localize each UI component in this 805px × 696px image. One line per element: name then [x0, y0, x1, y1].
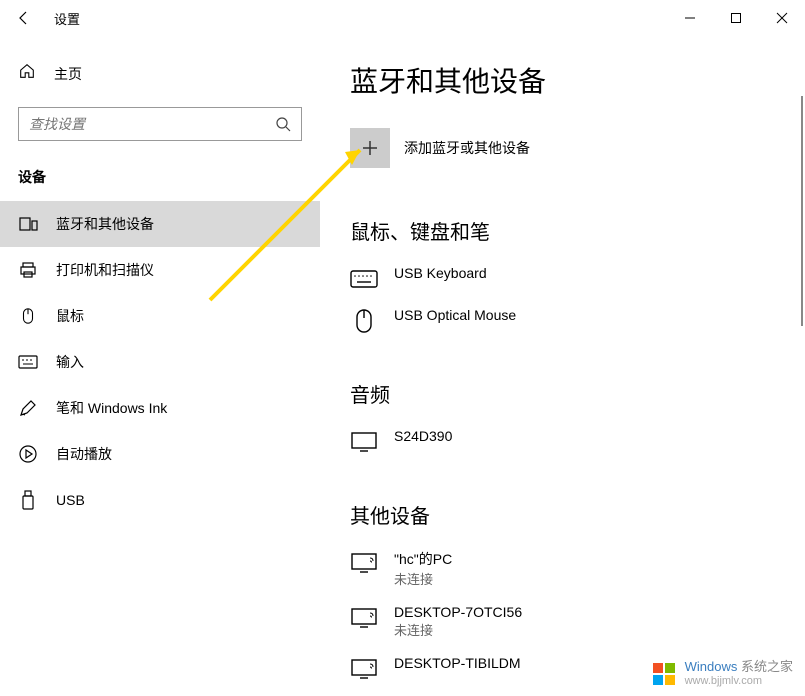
watermark-text: 系统之家 [741, 659, 793, 674]
sidebar-item-label: USB [56, 492, 85, 508]
pen-icon [18, 398, 38, 418]
bluetooth-devices-icon [18, 214, 38, 234]
device-item[interactable]: S24D390 [350, 420, 775, 462]
keyboard-icon [18, 352, 38, 372]
sidebar-item-label: 鼠标 [56, 306, 84, 326]
device-name: "hc"的PC [394, 549, 452, 569]
sidebar-item-label: 自动播放 [56, 444, 112, 464]
page-title: 蓝牙和其他设备 [350, 60, 775, 100]
section-title: 音频 [350, 379, 775, 408]
sidebar-item-label: 蓝牙和其他设备 [56, 214, 154, 234]
sidebar-item-label: 打印机和扫描仪 [56, 260, 154, 280]
device-status: 未连接 [394, 620, 522, 639]
device-item[interactable]: "hc"的PC 未连接 [350, 541, 775, 596]
back-button[interactable] [12, 6, 36, 30]
sidebar-item-usb[interactable]: USB [0, 477, 320, 523]
home-nav[interactable]: 主页 [0, 54, 320, 93]
printer-icon [18, 260, 38, 280]
minimize-button[interactable] [667, 2, 713, 34]
home-label: 主页 [54, 64, 82, 84]
add-device-label: 添加蓝牙或其他设备 [404, 138, 530, 158]
section-audio: 音频 S24D390 [350, 379, 775, 462]
sidebar: 主页 设备 蓝牙和其他设备 打印机和扫描仪 鼠标 [0, 36, 320, 696]
pc-icon [350, 551, 378, 575]
section-title: 鼠标、键盘和笔 [350, 216, 775, 245]
usb-icon [18, 490, 38, 510]
sidebar-item-mouse[interactable]: 鼠标 [0, 293, 320, 339]
pc-icon [350, 606, 378, 630]
watermark-text: Windows [685, 659, 738, 674]
plus-icon [350, 128, 390, 168]
device-status: 未连接 [394, 569, 452, 588]
sidebar-item-typing[interactable]: 输入 [0, 339, 320, 385]
pc-icon [350, 657, 378, 681]
add-device-button[interactable]: 添加蓝牙或其他设备 [350, 128, 775, 168]
scrollbar[interactable] [801, 96, 803, 326]
section-mouse-keyboard: 鼠标、键盘和笔 USB Keyboard USB Optical Mouse [350, 216, 775, 341]
mouse-icon [350, 309, 378, 333]
search-icon [275, 116, 291, 132]
mouse-icon [18, 306, 38, 326]
device-name: DESKTOP-7OTCI56 [394, 604, 522, 620]
window-title: 设置 [54, 9, 80, 28]
search-box[interactable] [18, 107, 302, 141]
sidebar-item-printers[interactable]: 打印机和扫描仪 [0, 247, 320, 293]
home-icon [18, 62, 36, 85]
sidebar-item-autoplay[interactable]: 自动播放 [0, 431, 320, 477]
monitor-icon [350, 430, 378, 454]
sidebar-item-label: 笔和 Windows Ink [56, 398, 167, 418]
device-item[interactable]: DESKTOP-7OTCI56 未连接 [350, 596, 775, 647]
autoplay-icon [18, 444, 38, 464]
keyboard-icon [350, 267, 378, 291]
device-name: DESKTOP-TIBILDM [394, 655, 521, 671]
watermark: Windows 系统之家 www.bjjmlv.com [651, 659, 793, 688]
sidebar-item-pen[interactable]: 笔和 Windows Ink [0, 385, 320, 431]
titlebar: 设置 [0, 0, 805, 36]
windows-logo-icon [651, 661, 677, 687]
watermark-url: www.bjjmlv.com [685, 675, 793, 688]
device-item[interactable]: USB Optical Mouse [350, 299, 775, 341]
close-button[interactable] [759, 2, 805, 34]
device-name: USB Keyboard [394, 265, 487, 281]
section-title: 其他设备 [350, 500, 775, 529]
maximize-button[interactable] [713, 2, 759, 34]
window-controls [667, 2, 805, 34]
device-name: S24D390 [394, 428, 452, 444]
sidebar-item-bluetooth[interactable]: 蓝牙和其他设备 [0, 201, 320, 247]
search-input[interactable] [29, 116, 275, 132]
device-item[interactable]: USB Keyboard [350, 257, 775, 299]
sidebar-item-label: 输入 [56, 352, 84, 372]
main-content: 蓝牙和其他设备 添加蓝牙或其他设备 鼠标、键盘和笔 USB Keyboard [320, 36, 805, 696]
device-name: USB Optical Mouse [394, 307, 516, 323]
sidebar-section-label: 设备 [0, 159, 320, 201]
